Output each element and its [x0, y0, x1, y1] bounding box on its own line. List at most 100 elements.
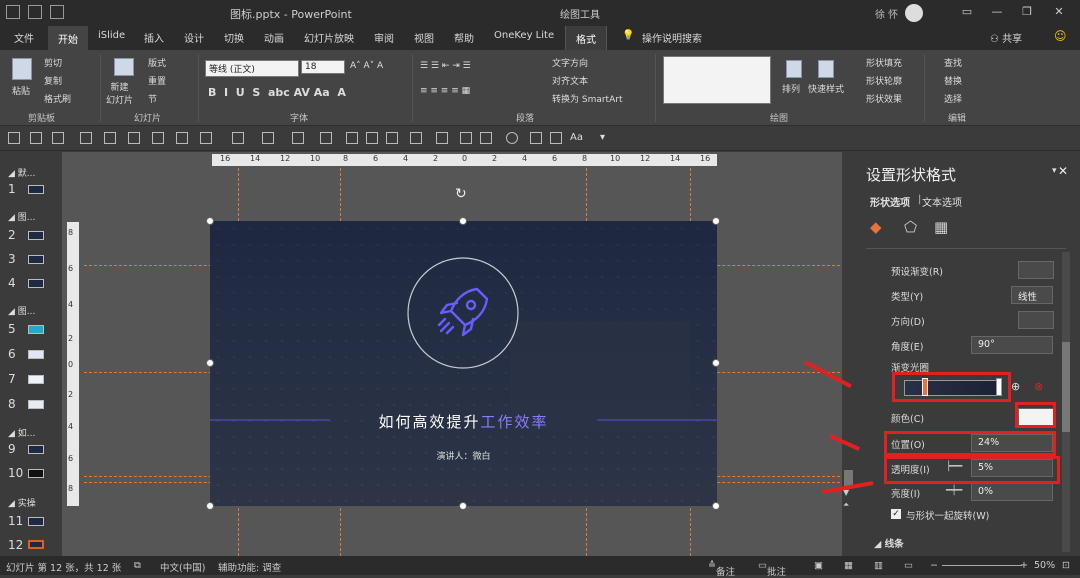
- avatar[interactable]: [905, 4, 923, 22]
- font-name-select[interactable]: 等线 (正文): [205, 60, 299, 77]
- reset-button[interactable]: 重置: [148, 74, 166, 87]
- font-case-icon[interactable]: Aa: [570, 132, 594, 144]
- rotate-icon[interactable]: [176, 132, 188, 144]
- shape-outline-button[interactable]: 形状轮廓: [866, 74, 902, 87]
- crop-icon[interactable]: [152, 132, 164, 144]
- tab-animations[interactable]: 动画: [264, 30, 284, 45]
- font-size-controls[interactable]: A˄ A˅ A: [350, 61, 383, 71]
- slideshow-icon[interactable]: ▭: [904, 560, 913, 571]
- slide-thumbnail[interactable]: [28, 231, 44, 240]
- undo-icon[interactable]: [30, 132, 42, 144]
- cut-button[interactable]: 剪切: [44, 56, 62, 69]
- minimize-icon[interactable]: —: [990, 5, 1004, 19]
- type-select[interactable]: 线性: [1011, 286, 1053, 304]
- restore-icon[interactable]: ❐: [1020, 5, 1034, 19]
- current-slide[interactable]: 如何高效提升工作效率 演讲人：微白: [210, 221, 717, 506]
- tab-text-options[interactable]: 文本选项: [922, 194, 962, 209]
- redo-icon[interactable]: [50, 5, 64, 19]
- copy-icon[interactable]: [366, 132, 378, 144]
- list-controls[interactable]: ☰ ☰ ⇤ ⇥ ☰: [420, 61, 471, 71]
- save-icon[interactable]: [6, 5, 20, 19]
- replace-button[interactable]: 替换: [944, 74, 962, 87]
- tab-design[interactable]: 设计: [184, 30, 204, 45]
- layout-button[interactable]: 版式: [148, 56, 166, 69]
- slide-thumbnail[interactable]: [28, 350, 44, 359]
- normal-view-icon[interactable]: ▣: [814, 560, 823, 571]
- format-painter-button[interactable]: 格式刷: [44, 92, 71, 105]
- section-header[interactable]: ◢ 图...: [8, 210, 35, 223]
- text-direction-button[interactable]: 文字方向: [552, 56, 588, 69]
- quick-styles-icon[interactable]: [818, 60, 834, 78]
- tab-insert[interactable]: 插入: [144, 30, 164, 45]
- spelling-icon[interactable]: ⧉: [134, 560, 141, 571]
- slide-thumbnail[interactable]: [28, 445, 44, 454]
- share-button[interactable]: ⚇ 共享: [990, 30, 1022, 45]
- paste-icon[interactable]: [12, 58, 32, 80]
- slide-thumbnail[interactable]: [28, 279, 44, 288]
- fill-icon[interactable]: [292, 132, 304, 144]
- shape-effects-button[interactable]: 形状效果: [866, 92, 902, 105]
- resize-handle[interactable]: [712, 502, 720, 510]
- tab-file[interactable]: 文件: [14, 30, 34, 45]
- tab-onekey[interactable]: OneKey Lite: [494, 30, 554, 41]
- smiley-icon[interactable]: ☺: [1054, 29, 1067, 43]
- language-status[interactable]: 中文(中国): [160, 560, 205, 574]
- pane-scrollbar-thumb[interactable]: [1062, 342, 1070, 432]
- slide-thumbnail[interactable]: [28, 469, 44, 478]
- slide-title[interactable]: 如何高效提升工作效率: [210, 411, 717, 432]
- merge-icon[interactable]: [232, 132, 244, 144]
- size-properties-icon[interactable]: ▦: [934, 218, 948, 236]
- slide-thumbnail[interactable]: [28, 517, 44, 526]
- fit-slide-icon[interactable]: ⊡: [1062, 560, 1070, 571]
- font-style-controls[interactable]: B I U S abc AV Aa A: [208, 86, 346, 99]
- resize-handle[interactable]: [712, 359, 720, 367]
- new-slide-icon[interactable]: [114, 58, 134, 76]
- font-size-select[interactable]: 18: [301, 60, 345, 74]
- slide-thumbnail[interactable]: [28, 255, 44, 264]
- fill-line-icon[interactable]: ◆: [870, 218, 882, 236]
- user-name[interactable]: 徐 怀: [875, 6, 898, 21]
- rotate-with-shape-checkbox[interactable]: ✓: [891, 509, 901, 519]
- slide-sorter-icon[interactable]: ▦: [844, 560, 853, 571]
- reading-view-icon[interactable]: ▥: [874, 560, 883, 571]
- slide-thumbnail[interactable]: [28, 185, 44, 194]
- comments-button[interactable]: ▭ 批注: [758, 560, 786, 578]
- distribute-icon[interactable]: [104, 132, 116, 144]
- table-icon[interactable]: [460, 132, 472, 144]
- section-header[interactable]: ◢ 如...: [8, 426, 35, 439]
- rectangle-icon[interactable]: [530, 132, 542, 144]
- section-header[interactable]: ◢ 默...: [8, 166, 35, 179]
- effects-icon[interactable]: ⬠: [904, 218, 917, 236]
- pane-close-icon[interactable]: ✕: [1058, 164, 1068, 178]
- select-button[interactable]: 选择: [944, 92, 962, 105]
- add-stop-icon[interactable]: ⊕: [1011, 380, 1020, 393]
- quick-styles-button[interactable]: 快速样式: [808, 82, 844, 95]
- slide-thumbnail[interactable]: [28, 375, 44, 384]
- undo-icon[interactable]: [28, 5, 42, 19]
- tab-review[interactable]: 审阅: [374, 30, 394, 45]
- paste-label[interactable]: 粘贴: [12, 84, 30, 97]
- save-icon[interactable]: [8, 132, 20, 144]
- zoom-out-icon[interactable]: −: [930, 560, 938, 571]
- angle-input[interactable]: 90°: [971, 336, 1053, 354]
- resize-handle[interactable]: [712, 217, 720, 225]
- zoom-slider[interactable]: [942, 565, 1022, 566]
- resize-handle[interactable]: [206, 359, 214, 367]
- resize-handle[interactable]: [459, 502, 467, 510]
- tab-shape-options[interactable]: 形状选项: [870, 194, 910, 209]
- align-center-icon[interactable]: [436, 132, 448, 144]
- tab-home[interactable]: 开始: [48, 26, 88, 50]
- outline-icon[interactable]: [320, 132, 332, 144]
- redo-icon[interactable]: [52, 132, 64, 144]
- tab-islide[interactable]: iSlide: [98, 30, 125, 41]
- smartart-button[interactable]: 转换为 SmartArt: [552, 92, 622, 105]
- slide-thumbnail[interactable]: [28, 400, 44, 409]
- image-icon[interactable]: [550, 132, 562, 144]
- arrange-button[interactable]: 排列: [782, 82, 800, 95]
- resize-handle[interactable]: [206, 502, 214, 510]
- tab-transitions[interactable]: 切换: [224, 30, 244, 45]
- copy-button[interactable]: 复制: [44, 74, 62, 87]
- notes-button[interactable]: ≙ 备注: [708, 560, 735, 578]
- section-header[interactable]: ◢ 实操: [8, 496, 36, 509]
- customize-icon[interactable]: ▾: [600, 132, 612, 144]
